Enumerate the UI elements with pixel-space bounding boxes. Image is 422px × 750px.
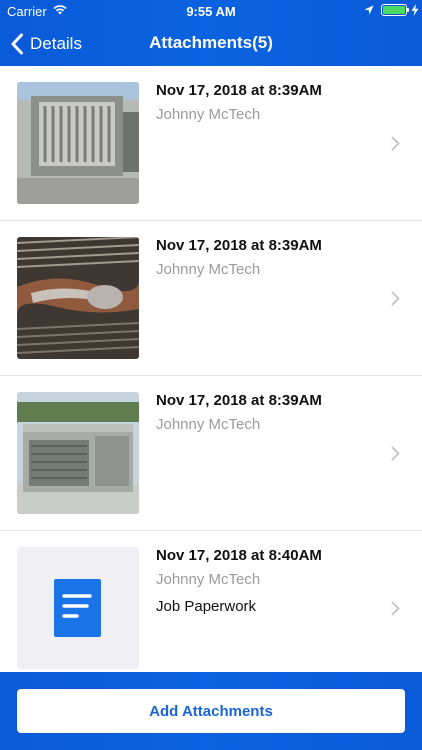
page-title: Attachments(5) bbox=[149, 33, 273, 52]
attachment-row[interactable]: Nov 17, 2018 at 8:39AM Johnny McTech bbox=[0, 66, 422, 221]
attachment-row[interactable]: Nov 17, 2018 at 8:39AM Johnny McTech bbox=[0, 221, 422, 376]
attachment-author: Johnny McTech bbox=[156, 261, 261, 278]
attachments-list: Nov 17, 2018 at 8:39AM Johnny McTech Nov… bbox=[0, 66, 422, 672]
chevron-right-icon bbox=[391, 136, 400, 151]
attachment-date: Nov 17, 2018 at 8:39AM bbox=[156, 237, 322, 254]
document-icon bbox=[54, 579, 101, 637]
attachment-author: Johnny McTech bbox=[156, 416, 261, 433]
battery-level bbox=[383, 6, 405, 14]
status-time: 9:55 AM bbox=[186, 4, 236, 19]
add-attachments-button[interactable]: Add Attachments bbox=[17, 689, 405, 733]
attachment-author: Johnny McTech bbox=[156, 571, 261, 588]
attachment-date: Nov 17, 2018 at 8:39AM bbox=[156, 392, 322, 409]
attachment-date: Nov 17, 2018 at 8:40AM bbox=[156, 547, 322, 564]
attachment-thumbnail bbox=[17, 237, 139, 359]
attachment-thumbnail bbox=[17, 547, 139, 669]
charging-icon bbox=[411, 4, 419, 16]
chevron-right-icon bbox=[391, 446, 400, 461]
attachment-thumbnail bbox=[17, 82, 139, 204]
attachment-note: Job Paperwork bbox=[156, 598, 257, 615]
attachment-row[interactable]: Nov 17, 2018 at 8:39AM Johnny McTech bbox=[0, 376, 422, 531]
navigation-header: Carrier 9:55 AM Details Attachments(5) bbox=[0, 0, 422, 66]
attachment-thumbnail bbox=[17, 392, 139, 514]
chevron-right-icon bbox=[391, 291, 400, 306]
status-bar: Carrier 9:55 AM bbox=[0, 0, 422, 22]
footer-bar: Add Attachments bbox=[0, 672, 422, 750]
attachment-author: Johnny McTech bbox=[156, 106, 261, 123]
battery-icon bbox=[381, 4, 407, 16]
attachment-row[interactable]: Nov 17, 2018 at 8:40AM Johnny McTech Job… bbox=[0, 531, 422, 672]
location-icon bbox=[364, 5, 374, 15]
attachment-date: Nov 17, 2018 at 8:39AM bbox=[156, 82, 322, 99]
battery-cap bbox=[407, 8, 409, 12]
chevron-right-icon bbox=[391, 601, 400, 616]
